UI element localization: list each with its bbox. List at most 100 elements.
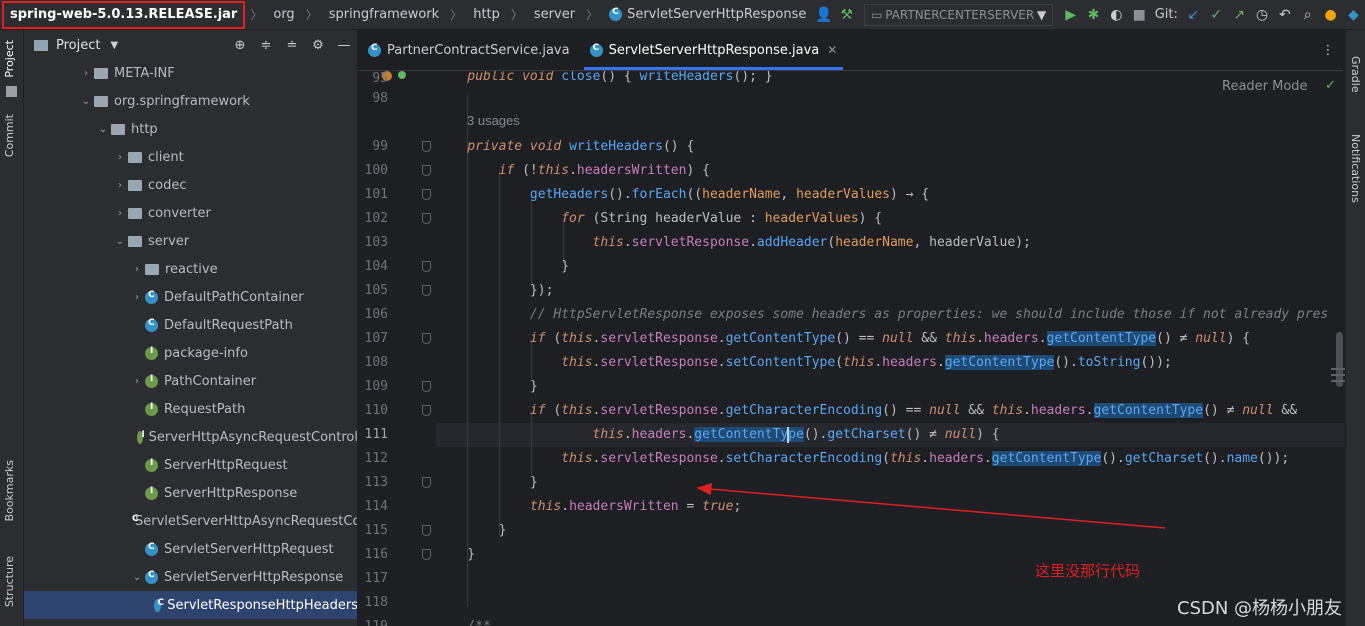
tool-window-structure[interactable]: Structure	[3, 556, 16, 607]
fold-marker-icon[interactable]	[422, 477, 431, 488]
editor-tabs: PartnerContractService.java ServletServe…	[358, 30, 1343, 71]
chevron-right-icon: 〉	[250, 8, 263, 22]
code-line: /**	[436, 615, 491, 626]
tree-item[interactable]: › converter	[24, 199, 357, 227]
scroll-marker	[1331, 380, 1345, 382]
tree-item[interactable]: › client	[24, 143, 357, 171]
reader-mode-toggle[interactable]: Reader Mode	[1222, 79, 1308, 94]
fold-marker-icon[interactable]	[422, 261, 431, 272]
chevron-right-icon[interactable]: ›	[129, 376, 145, 387]
chevron-right-icon[interactable]: ›	[78, 68, 94, 79]
tree-item-label: ServletServerHttpAsyncRequestControl	[135, 513, 358, 529]
tree-item[interactable]: RequestPath	[24, 395, 357, 423]
tree-item[interactable]: ⌄ http	[24, 115, 357, 143]
run-configuration-select[interactable]: ▭ PARTNERCENTERSERVER ▼	[864, 3, 1054, 26]
breadcrumb-jar[interactable]: spring-web-5.0.13.RELEASE.jar	[2, 0, 246, 29]
fold-marker-icon[interactable]	[422, 213, 431, 224]
update-icon[interactable]: ●	[1321, 4, 1340, 26]
fold-marker-icon[interactable]	[422, 333, 431, 344]
search-icon[interactable]: ⌕	[1298, 4, 1317, 26]
git-push-icon[interactable]: ↗	[1230, 4, 1249, 26]
breadcrumb-class[interactable]: ServletServerHttpResponse	[603, 0, 812, 30]
gear-icon[interactable]: ⚙	[305, 38, 331, 53]
tree-item[interactable]: ServletServerHttpRequest	[24, 535, 357, 563]
git-update-icon[interactable]: ↙	[1184, 4, 1203, 26]
editor-gutter: 95 98 99 100 101 102 103 104 105 106 107 108 109 110 1…	[358, 71, 436, 626]
coverage-icon[interactable]: ◐	[1107, 4, 1126, 26]
chevron-right-icon[interactable]: ›	[112, 208, 128, 219]
run-icon[interactable]: ▶	[1061, 4, 1080, 26]
tree-item[interactable]: ⌄ org.springframework	[24, 87, 357, 115]
code-line: private void writeHeaders() {	[436, 139, 695, 154]
tool-window-project[interactable]: Project	[3, 40, 16, 78]
chevron-right-icon[interactable]: ›	[129, 292, 145, 303]
plugin-icon[interactable]: ◆	[1344, 4, 1363, 26]
fold-marker-icon[interactable]	[422, 189, 431, 200]
tool-window-notifications[interactable]: Notifications	[1349, 134, 1362, 203]
fold-marker-icon[interactable]	[422, 525, 431, 536]
fold-marker-icon[interactable]	[422, 381, 431, 392]
line-number: 106	[364, 307, 388, 322]
tree-item[interactable]: ⌄ ServletServerHttpResponse	[24, 563, 357, 591]
fold-marker-icon[interactable]	[422, 165, 431, 176]
chevron-down-icon[interactable]: ⌄	[95, 124, 111, 135]
project-panel-title[interactable]: Project	[56, 38, 100, 53]
tree-item[interactable]: package-info	[24, 339, 357, 367]
tree-item[interactable]: ServletResponseHttpHeaders	[24, 591, 357, 619]
tree-item[interactable]: ServerHttpRequest	[24, 451, 357, 479]
user-icon[interactable]: 👤	[814, 4, 833, 26]
hammer-icon[interactable]: ⚒	[837, 4, 856, 26]
breadcrumb-http[interactable]: http	[467, 0, 506, 30]
usages-hint[interactable]: 3 usages	[467, 113, 520, 128]
tool-window-bookmarks[interactable]: Bookmarks	[3, 460, 16, 521]
folder-icon	[111, 123, 125, 135]
chevron-down-icon[interactable]: ⌄	[129, 572, 145, 583]
breadcrumb-org[interactable]: org	[267, 0, 300, 30]
history-icon[interactable]: ◷	[1253, 4, 1272, 26]
chevron-down-icon[interactable]: ⌄	[78, 96, 94, 107]
git-commit-icon[interactable]: ✓	[1207, 4, 1226, 26]
tree-item[interactable]: ServerHttpAsyncRequestControl	[24, 423, 357, 451]
code-editor[interactable]: public void close() { writeHeaders(); } …	[436, 71, 1345, 626]
chevron-right-icon[interactable]: ›	[112, 152, 128, 163]
chevron-right-icon[interactable]: ›	[129, 264, 145, 275]
tool-window-gradle[interactable]: Gradle	[1349, 56, 1362, 93]
tab-servletserverhttpresponse[interactable]: ServletServerHttpResponse.java ✕	[580, 30, 848, 70]
tree-item[interactable]: ⌄ server	[24, 227, 357, 255]
chevron-right-icon[interactable]: ›	[112, 180, 128, 191]
tree-item[interactable]: › PathContainer	[24, 367, 357, 395]
collapse-all-icon[interactable]: ≐	[279, 38, 305, 53]
fold-marker-icon[interactable]	[422, 141, 431, 152]
tree-item[interactable]: › reactive	[24, 255, 357, 283]
close-icon[interactable]: ✕	[827, 43, 837, 57]
override-marker-icon[interactable]	[398, 71, 406, 79]
tool-window-commit[interactable]: Commit	[3, 114, 16, 157]
tree-item-label: codec	[148, 177, 187, 193]
minimize-icon[interactable]: —	[331, 38, 357, 53]
fold-marker-icon[interactable]	[422, 285, 431, 296]
debug-icon[interactable]: ✱	[1084, 4, 1103, 26]
fold-marker-icon[interactable]	[422, 549, 431, 560]
tree-item[interactable]: DefaultRequestPath	[24, 311, 357, 339]
fold-marker-icon[interactable]	[422, 405, 431, 416]
expand-all-icon[interactable]: ≑	[253, 38, 279, 53]
tree-item[interactable]: › codec	[24, 171, 357, 199]
chevron-down-icon[interactable]: ⌄	[112, 236, 128, 247]
rollback-icon[interactable]: ↶	[1275, 4, 1294, 26]
tree-item[interactable]: ServerHttpResponse	[24, 479, 357, 507]
breadcrumb-server[interactable]: server	[528, 0, 581, 30]
tree-item[interactable]: › META-INF	[24, 59, 357, 87]
tab-partnercontractservice[interactable]: PartnerContractService.java	[358, 30, 580, 70]
stop-icon[interactable]: ■	[1130, 4, 1149, 26]
breadcrumb-springframework[interactable]: springframework	[323, 0, 445, 30]
tree-item-label: ServletServerHttpResponse	[164, 569, 344, 585]
chevron-down-icon[interactable]: ▼	[110, 40, 118, 51]
watermark: CSDN @杨杨小朋友	[1177, 598, 1343, 619]
editor-scrollbar[interactable]	[1336, 332, 1343, 387]
line-number: 102	[364, 211, 388, 226]
tree-item[interactable]: › DefaultPathContainer	[24, 283, 357, 311]
more-vertical-icon[interactable]: ⋮	[1313, 30, 1343, 70]
line-number: 112	[364, 451, 388, 466]
tree-item[interactable]: ServletServerHttpAsyncRequestControl	[24, 507, 358, 535]
locate-icon[interactable]: ⊕	[227, 38, 253, 53]
